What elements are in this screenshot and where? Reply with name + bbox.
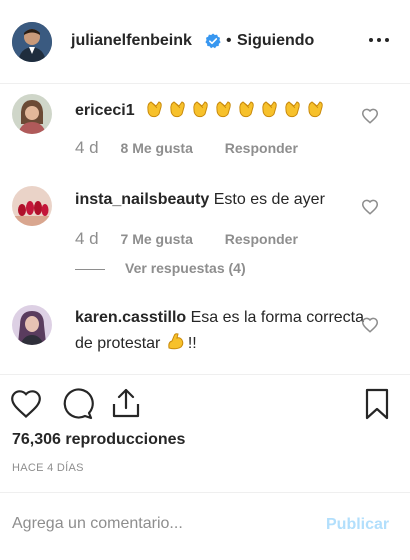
comment-text: karen.casstillo Esa es la forma correcta… bbox=[75, 306, 365, 356]
actions-divider bbox=[0, 374, 410, 375]
post-header: julianelfenbeink • Siguiendo bbox=[0, 0, 410, 84]
comment-emoji bbox=[143, 101, 327, 119]
view-count[interactable]: 76,306 reproducciones bbox=[12, 431, 185, 449]
clapping-hands-icon bbox=[170, 101, 185, 118]
comment-input[interactable] bbox=[12, 515, 312, 533]
clapping-hands-icon bbox=[262, 101, 277, 118]
input-divider bbox=[0, 492, 410, 493]
clapping-hands-icon bbox=[216, 101, 231, 118]
reply-button[interactable]: Responder bbox=[225, 231, 298, 247]
comment-text: insta_nailsbeauty Esto es de ayer bbox=[75, 188, 365, 212]
following-button[interactable]: Siguiendo bbox=[237, 32, 314, 50]
comment-username[interactable]: karen.casstillo bbox=[75, 309, 186, 326]
heart-icon[interactable] bbox=[9, 387, 43, 421]
avatar[interactable] bbox=[12, 94, 52, 134]
comment-username[interactable]: insta_nailsbeauty bbox=[75, 191, 209, 208]
comment-body: Esto es de ayer bbox=[213, 191, 325, 208]
clapping-hands-icon bbox=[285, 101, 300, 118]
clapping-hands-icon bbox=[308, 101, 323, 118]
flexed-biceps-icon bbox=[168, 333, 184, 350]
post-timestamp[interactable]: HACE 4 DÍAS bbox=[12, 462, 84, 474]
comment-suffix: !! bbox=[187, 335, 197, 352]
publish-button[interactable]: Publicar bbox=[326, 516, 389, 534]
view-replies-button[interactable]: Ver respuestas (4) bbox=[75, 260, 246, 276]
comment-time[interactable]: 4 d bbox=[75, 229, 99, 248]
bookmark-icon[interactable] bbox=[360, 387, 394, 421]
comment-username[interactable]: ericeci1 bbox=[75, 102, 135, 119]
comment-text: ericeci1 bbox=[75, 97, 365, 123]
avatar[interactable] bbox=[12, 22, 52, 62]
share-icon[interactable] bbox=[109, 386, 143, 420]
view-replies-label: Ver respuestas (4) bbox=[125, 260, 246, 276]
heart-icon[interactable] bbox=[361, 316, 379, 334]
clapping-hands-icon bbox=[193, 101, 208, 118]
comment-meta: 4 d 7 Me gusta Responder bbox=[75, 229, 298, 249]
comment-likes[interactable]: 8 Me gusta bbox=[121, 140, 193, 156]
comment-likes[interactable]: 7 Me gusta bbox=[121, 231, 193, 247]
clapping-hands-icon bbox=[239, 101, 254, 118]
verified-badge-icon bbox=[205, 33, 221, 49]
comment-icon[interactable] bbox=[60, 387, 94, 421]
clapping-hands-icon bbox=[147, 101, 162, 118]
avatar[interactable] bbox=[12, 305, 52, 345]
post-username[interactable]: julianelfenbeink bbox=[71, 32, 192, 50]
more-options-icon[interactable] bbox=[366, 30, 392, 50]
avatar[interactable] bbox=[12, 186, 52, 226]
comment-time[interactable]: 4 d bbox=[75, 138, 99, 157]
heart-icon[interactable] bbox=[361, 107, 379, 125]
heart-icon[interactable] bbox=[361, 198, 379, 216]
replies-divider-line bbox=[75, 268, 105, 270]
comment-meta: 4 d 8 Me gusta Responder bbox=[75, 138, 298, 158]
reply-button[interactable]: Responder bbox=[225, 140, 298, 156]
separator-dot: • bbox=[226, 32, 232, 49]
